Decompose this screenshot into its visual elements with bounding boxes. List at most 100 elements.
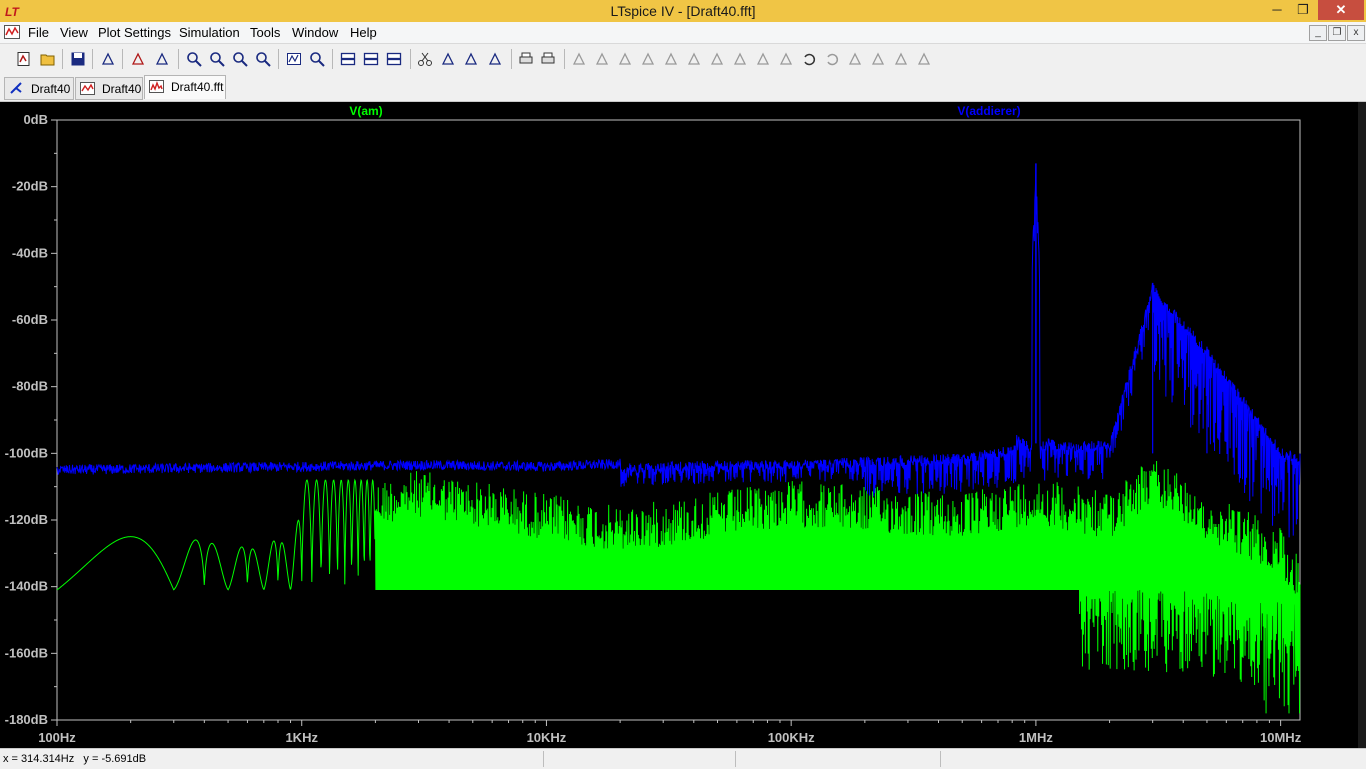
x-tick-label: 10KHz [527,730,567,745]
tab-label: Draft40 [102,82,142,96]
y-tick-label: -160dB [5,645,48,660]
x-tick-label: 100Hz [38,730,76,745]
legend-v-am: V(am) [349,104,382,118]
menu-window[interactable]: Window [292,25,338,40]
toolbar-separator [410,49,411,69]
y-tick-label: -140dB [5,579,48,594]
drag-icon[interactable] [778,51,794,67]
tab-draft40-schematic[interactable]: Draft40 [4,77,74,100]
redo-icon[interactable] [824,51,840,67]
menu-simulation[interactable]: Simulation [179,25,240,40]
undo-icon[interactable] [801,51,817,67]
menu-tools[interactable]: Tools [250,25,280,40]
fft-plot[interactable]: 0dB -20dB -40dB -60dB -80dB -100dB -120dB -140d… [0,102,1358,748]
status-divider [735,751,736,767]
y-tick-label: -20dB [12,179,48,194]
mdi-minimize-button[interactable]: _ [1309,25,1327,41]
toolbar [0,43,1366,75]
toolbar-separator [511,49,512,69]
x-tick-label: 10MHz [1260,730,1302,745]
text-icon[interactable] [893,51,909,67]
y-tick-label: -40dB [12,245,48,260]
menu-bar: File View Plot Settings Simulation Tools… [0,22,1366,43]
y-tick-label: -120dB [5,512,48,527]
zoom-area-icon[interactable] [209,51,225,67]
minimize-button[interactable]: ─ [1264,0,1290,20]
tab-draft40-fft[interactable]: Draft40.fft [144,75,226,99]
zoom-out-icon[interactable] [232,51,248,67]
plot-edge [1358,102,1366,748]
waveform-icon [80,82,95,95]
toolbar-separator [564,49,565,69]
mirror-icon[interactable] [870,51,886,67]
title-bar: LT LTspice IV - [Draft40.fft] ─ ❐ ✕ [0,0,1366,22]
plot-pane[interactable]: 0dB -20dB -40dB -60dB -80dB -100dB -120dB -140d… [0,102,1366,748]
control-panel-icon[interactable] [100,51,116,67]
rotate-icon[interactable] [847,51,863,67]
window-title: LTspice IV - [Draft40.fft] [610,3,756,19]
legend-v-addierer: V(addierer) [957,104,1020,118]
schematic-icon [10,82,22,94]
waveform-window-icon[interactable] [4,25,20,39]
menu-help[interactable]: Help [350,25,377,40]
status-bar: x = 314.314Hz y = -5.691dB [0,748,1366,769]
document-tabs: Draft40 Draft40 Draft40.fft [0,74,1366,102]
wire-icon[interactable] [571,51,587,67]
label-net-icon[interactable] [617,51,633,67]
cascade-icon[interactable] [363,51,379,67]
component-icon[interactable] [732,51,748,67]
y-tick-label: -80dB [12,379,48,394]
menu-plot-settings[interactable]: Plot Settings [98,25,171,40]
toolbar-separator [92,49,93,69]
close-button[interactable]: ✕ [1318,0,1364,20]
copy-icon[interactable] [440,51,456,67]
x-tick-label: 1KHz [285,730,318,745]
toolbar-separator [122,49,123,69]
find-icon[interactable] [487,51,503,67]
status-divider [940,751,941,767]
fft-icon [149,80,164,93]
cut-icon[interactable] [417,51,433,67]
tab-label: Draft40.fft [171,80,224,94]
series-v-am-line [56,460,1301,714]
menu-view[interactable]: View [60,25,88,40]
ground-icon[interactable] [594,51,610,67]
print-icon[interactable] [540,51,556,67]
pan-icon[interactable] [154,51,170,67]
paste-icon[interactable] [463,51,479,67]
resistor-icon[interactable] [640,51,656,67]
tile-horizontal-icon[interactable] [340,51,356,67]
save-icon[interactable] [70,51,86,67]
toolbar-separator [278,49,279,69]
print-setup-icon[interactable] [518,51,534,67]
y-tick-label: -60dB [12,312,48,327]
y-tick-label: -100dB [5,445,48,460]
status-divider [543,751,544,767]
toolbar-separator [62,49,63,69]
mdi-restore-button[interactable]: ❐ [1328,25,1346,41]
toolbar-separator [178,49,179,69]
autorange-icon[interactable] [286,51,302,67]
inductor-icon[interactable] [686,51,702,67]
diode-icon[interactable] [709,51,725,67]
tile-vertical-icon[interactable] [386,51,402,67]
maximize-button[interactable]: ❐ [1290,0,1316,20]
toolbar-separator [332,49,333,69]
y-tick-label: -180dB [5,712,48,727]
cursor-readout: x = 314.314Hz y = -5.691dB [3,753,147,765]
new-schematic-icon[interactable] [16,51,32,67]
mdi-close-button[interactable]: x [1347,25,1365,41]
run-icon[interactable] [130,51,146,67]
move-icon[interactable] [755,51,771,67]
x-tick-label: 1MHz [1019,730,1053,745]
spice-directive-icon[interactable] [916,51,932,67]
open-icon[interactable] [40,51,56,67]
menu-file[interactable]: File [28,25,49,40]
zoom-fit-icon[interactable] [309,51,325,67]
tab-label: Draft40 [31,82,71,96]
tab-draft40-waveform[interactable]: Draft40 [75,77,143,100]
capacitor-icon[interactable] [663,51,679,67]
zoom-in-icon[interactable] [186,51,202,67]
zoom-cancel-icon[interactable] [255,51,271,67]
x-tick-label: 100KHz [768,730,815,745]
